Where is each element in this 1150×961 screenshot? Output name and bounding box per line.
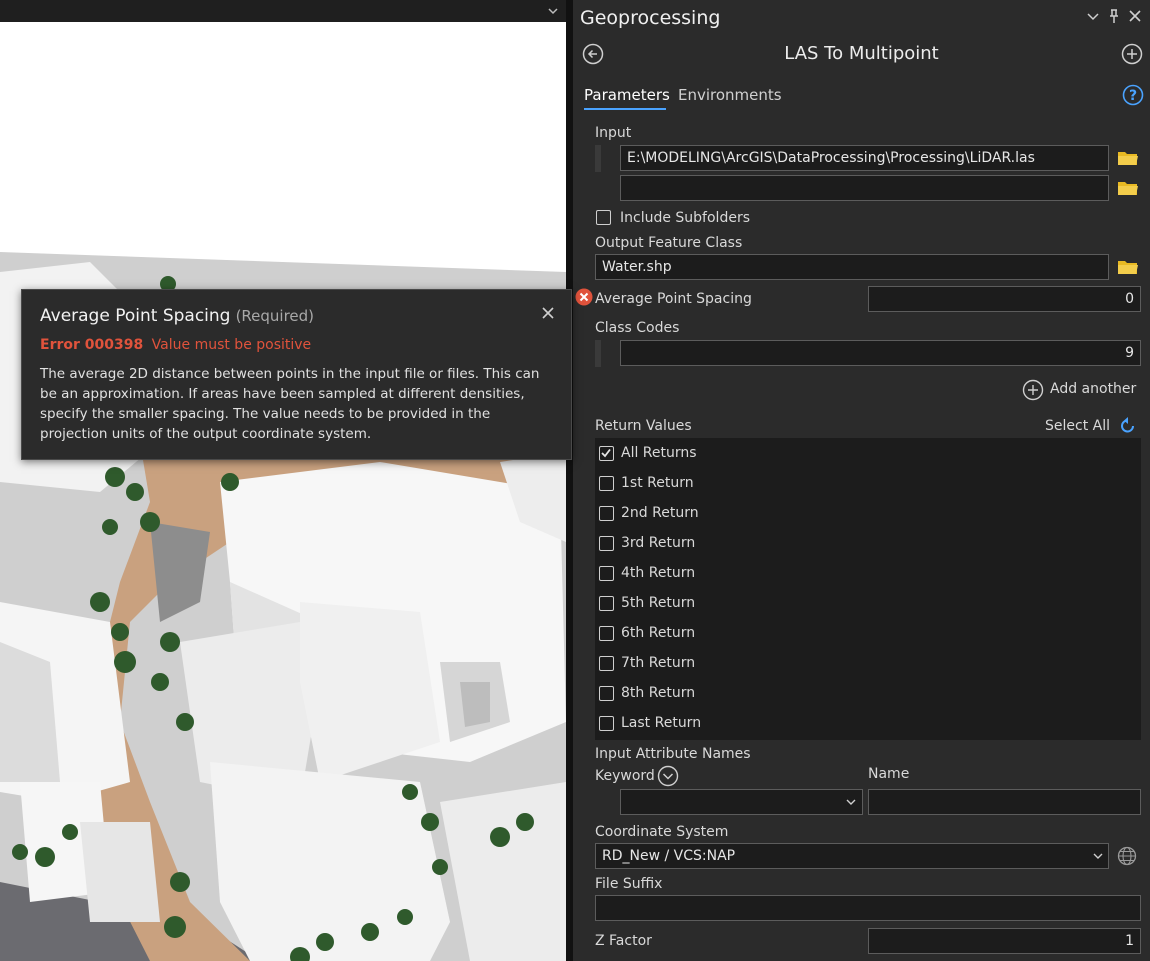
include-subfolders-checkbox[interactable] [596,210,611,225]
return-value-item[interactable]: 1st Return [595,468,1141,498]
city-scene-image [0,22,566,961]
folder-icon[interactable] [1117,180,1139,196]
return-values-list: All Returns 1st Return 2nd Return 3rd Retur… [595,438,1141,740]
error-icon[interactable] [575,288,593,306]
map-view-tab-bar [0,0,566,22]
name-label: Name [868,766,910,782]
keyword-label: Keyword [595,768,655,784]
return-value-label: 1st Return [621,475,694,491]
coordinate-system-dropdown[interactable]: RD_New / VCS:NAP [595,843,1109,869]
3d-scene-view[interactable] [0,22,566,961]
checkmark-icon [601,448,611,458]
class-codes-label: Class Codes [595,320,680,336]
tab-environments[interactable]: Environments [678,86,782,104]
row-handle[interactable] [595,145,601,172]
popup-error-line: Error 000398 Value must be positive [40,337,311,353]
return-value-item[interactable]: 2nd Return [595,498,1141,528]
add-icon[interactable] [1121,43,1143,65]
refresh-icon[interactable] [1118,416,1138,436]
return-value-checkbox[interactable] [599,566,614,581]
file-suffix-label: File Suffix [595,876,663,892]
return-value-label: All Returns [621,445,697,461]
row-handle[interactable] [595,340,601,367]
return-value-label: 7th Return [621,655,696,671]
tool-title: LAS To Multipoint [784,43,939,64]
input-file-field-1[interactable]: E:\MODELING\ArcGIS\DataProcessing\Proces… [620,145,1109,171]
close-icon[interactable] [1128,9,1142,23]
return-value-item[interactable]: 4th Return [595,558,1141,588]
chevron-down-icon[interactable] [1086,10,1100,24]
add-another-button[interactable]: Add another [1050,381,1136,397]
keyword-dropdown[interactable] [620,789,863,815]
return-value-item[interactable]: All Returns [595,438,1141,468]
return-value-checkbox[interactable] [599,476,614,491]
select-all-button[interactable]: Select All [1045,418,1110,434]
return-value-label: 2nd Return [621,505,699,521]
average-point-spacing-label: Average Point Spacing [595,291,752,307]
return-value-label: 5th Return [621,595,696,611]
input-label: Input [595,125,632,141]
tab-parameters[interactable]: Parameters [584,86,670,104]
class-codes-field[interactable]: 9 [620,340,1141,366]
popup-required-tag: (Required) [235,307,315,325]
popup-description: The average 2D distance between points i… [40,366,540,442]
return-value-checkbox[interactable] [599,506,614,521]
error-message: Value must be positive [151,337,312,353]
popup-title: Average Point Spacing [40,306,231,326]
return-value-label: 3rd Return [621,535,696,551]
output-feature-class-label: Output Feature Class [595,235,743,251]
pin-icon[interactable] [1107,8,1121,24]
folder-icon[interactable] [1117,259,1139,275]
return-value-checkbox[interactable] [599,716,614,731]
pane-title: Geoprocessing [580,7,721,29]
return-value-checkbox[interactable] [599,596,614,611]
return-value-label: Last Return [621,715,702,731]
help-icon[interactable]: ? [1122,84,1144,106]
return-value-item[interactable]: 5th Return [595,588,1141,618]
return-value-item[interactable]: 3rd Return [595,528,1141,558]
add-circle-icon[interactable] [1022,379,1044,401]
return-value-item[interactable]: Last Return [595,708,1141,738]
parameter-help-popup: Average Point Spacing (Required) Error 0… [21,289,572,460]
return-value-label: 6th Return [621,625,696,641]
chevron-down-circle-icon[interactable] [657,765,679,787]
chevron-down-icon [846,799,856,805]
file-suffix-field[interactable] [595,895,1141,921]
return-value-checkbox[interactable] [599,686,614,701]
chevron-down-icon[interactable] [546,4,560,18]
return-value-label: 8th Return [621,685,696,701]
globe-icon[interactable] [1117,846,1137,866]
input-file-field-2[interactable] [620,175,1109,201]
pane-splitter[interactable] [566,0,573,961]
return-value-item[interactable]: 7th Return [595,648,1141,678]
return-value-item[interactable]: 6th Return [595,618,1141,648]
active-tab-indicator [584,108,666,110]
name-field[interactable] [868,789,1141,815]
close-icon[interactable] [542,307,554,319]
return-value-item[interactable]: 8th Return [595,678,1141,708]
z-factor-label: Z Factor [595,933,652,949]
return-values-label: Return Values [595,418,692,434]
z-factor-field[interactable]: 1 [868,928,1141,954]
input-attribute-names-label: Input Attribute Names [595,746,751,762]
popup-heading: Average Point Spacing (Required) [40,306,314,326]
average-point-spacing-field[interactable]: 0 [868,286,1141,312]
svg-text:?: ? [1129,88,1137,104]
output-feature-class-field[interactable]: Water.shp [595,254,1109,280]
return-value-checkbox[interactable] [599,446,614,461]
return-value-checkbox[interactable] [599,656,614,671]
return-value-label: 4th Return [621,565,696,581]
folder-icon[interactable] [1117,150,1139,166]
error-code: Error 000398 [40,337,144,353]
return-value-checkbox[interactable] [599,536,614,551]
coordinate-system-label: Coordinate System [595,824,729,840]
return-value-checkbox[interactable] [599,626,614,641]
include-subfolders-label: Include Subfolders [620,210,750,226]
chevron-down-icon [1093,853,1103,859]
